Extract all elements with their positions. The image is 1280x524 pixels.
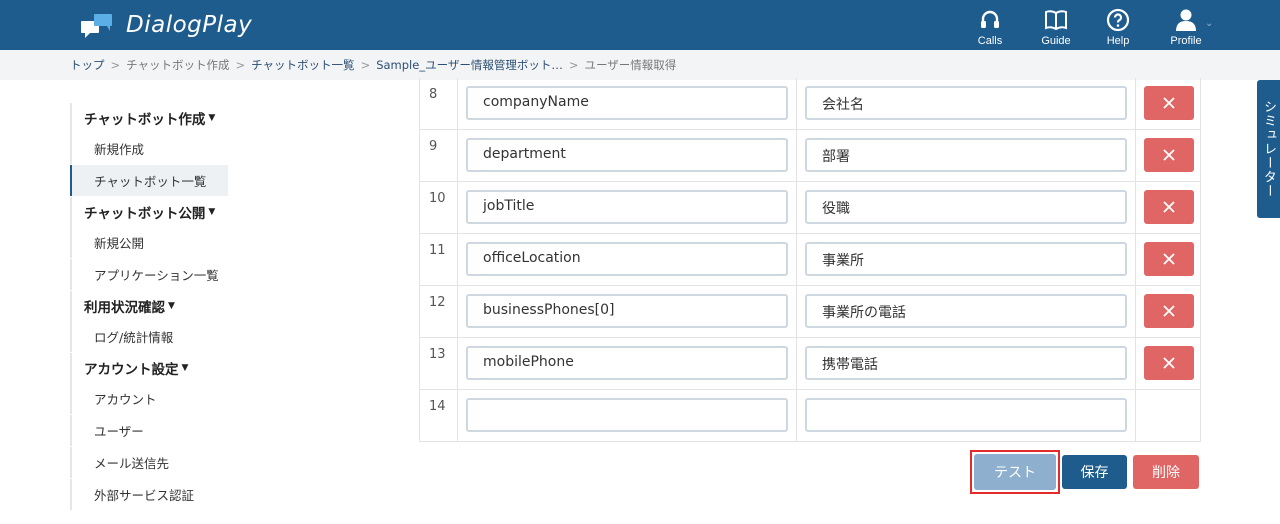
breadcrumb-current: ユーザー情報取得 — [584, 58, 677, 72]
label-input[interactable] — [805, 398, 1127, 432]
key-input[interactable]: officeLocation — [466, 242, 788, 276]
breadcrumb-separator: > — [360, 58, 371, 72]
delete-row-button[interactable] — [1144, 242, 1194, 276]
chat-bubbles-icon — [81, 14, 112, 38]
sidebar-item-logs[interactable]: ログ/統計情報 — [70, 321, 240, 352]
row-number: 14 — [419, 390, 458, 442]
close-icon — [1163, 305, 1175, 317]
help-circle-icon — [1106, 8, 1130, 32]
table-row: 12 businessPhones[0] 事業所の電話 — [419, 286, 1201, 338]
empty-cell — [1136, 390, 1201, 442]
sidebar-item-external-auth[interactable]: 外部サービス認証 — [70, 479, 240, 510]
delete-button[interactable]: 削除 — [1133, 455, 1199, 489]
sidebar-section-title: アカウント設定 — [84, 362, 179, 378]
breadcrumb-chatbot-list[interactable]: チャットボット一覧 — [251, 57, 354, 73]
key-input[interactable] — [466, 398, 788, 432]
row-number: 13 — [419, 338, 458, 390]
key-input[interactable]: jobTitle — [466, 190, 788, 224]
label-input[interactable]: 部署 — [805, 138, 1127, 172]
nav-calls[interactable]: Calls — [960, 7, 1020, 47]
key-input[interactable]: mobilePhone — [466, 346, 788, 380]
headset-icon — [981, 10, 999, 28]
test-button[interactable]: テスト — [974, 454, 1056, 490]
breadcrumb-separator: > — [568, 58, 579, 72]
sidebar-item-new-publish[interactable]: 新規公開 — [70, 227, 240, 258]
label-input[interactable]: 事業所 — [805, 242, 1127, 276]
close-icon — [1163, 201, 1175, 213]
key-input[interactable]: department — [466, 138, 788, 172]
nav-help[interactable]: Help — [1088, 7, 1148, 47]
delete-row-button[interactable] — [1144, 346, 1194, 380]
label-input[interactable]: 携帯電話 — [805, 346, 1127, 380]
close-icon — [1163, 357, 1175, 369]
delete-row-button[interactable] — [1144, 86, 1194, 120]
sidebar-section-usage[interactable]: 利用状況確認 ▼ — [70, 291, 240, 321]
breadcrumb-top[interactable]: トップ — [70, 57, 105, 73]
book-icon — [1045, 10, 1067, 31]
top-navigation-bar: DialogPlay Calls Guide Help Profile ⌄ — [0, 0, 1280, 50]
label-input[interactable]: 役職 — [805, 190, 1127, 224]
table-row: 13 mobilePhone 携帯電話 — [419, 338, 1201, 390]
chevron-down-icon[interactable]: ⌄ — [1205, 18, 1213, 29]
mapping-table: 8 companyName 会社名 9 department 部署 10 job… — [419, 78, 1201, 442]
sidebar-item-new[interactable]: 新規作成 — [70, 133, 240, 164]
row-number: 12 — [419, 286, 458, 338]
delete-row-button[interactable] — [1144, 138, 1194, 172]
nav-guide[interactable]: Guide — [1026, 7, 1086, 47]
table-row: 8 companyName 会社名 — [419, 78, 1201, 130]
table-row: 10 jobTitle 役職 — [419, 182, 1201, 234]
sidebar-section-title: チャットボット公開 — [84, 206, 206, 222]
sidebar-item-account[interactable]: アカウント — [70, 383, 240, 414]
delete-row-button[interactable] — [1144, 190, 1194, 224]
sidebar-section-title: チャットボット作成 — [84, 112, 206, 128]
caret-down-icon: ▼ — [208, 207, 216, 217]
breadcrumb-chatbot-create: チャットボット作成 — [126, 58, 230, 72]
nav-calls-label: Calls — [977, 35, 1003, 47]
app-name: DialogPlay — [126, 12, 253, 38]
row-number: 10 — [419, 182, 458, 234]
caret-down-icon: ▼ — [168, 301, 175, 311]
app-logo[interactable]: DialogPlay — [80, 10, 252, 40]
breadcrumb-separator: > — [235, 58, 246, 72]
sidebar-section-chatbot-publish[interactable]: チャットボット公開 ▼ — [70, 197, 240, 227]
table-row: 14 — [419, 390, 1201, 442]
close-icon — [1163, 149, 1175, 161]
caret-down-icon: ▼ — [208, 113, 216, 123]
delete-row-button[interactable] — [1144, 294, 1194, 328]
sidebar: チャットボット作成 ▼ 新規作成 チャットボット一覧 チャットボット公開 ▼ 新規公… — [70, 103, 240, 511]
nav-guide-label: Guide — [1041, 35, 1071, 47]
sidebar-item-chatbot-list[interactable]: チャットボット一覧 — [70, 165, 228, 196]
sidebar-section-chatbot-create[interactable]: チャットボット作成 ▼ — [70, 103, 240, 133]
close-icon — [1163, 97, 1175, 109]
caret-down-icon: ▼ — [181, 363, 189, 373]
breadcrumb-bot-name[interactable]: Sample_ユーザー情報管理ボット… — [376, 57, 563, 73]
save-button[interactable]: 保存 — [1062, 455, 1127, 489]
breadcrumb: トップ > チャットボット作成 > チャットボット一覧 > Sample_ユーザ… — [0, 50, 1280, 80]
key-input[interactable]: companyName — [466, 86, 788, 120]
row-number: 8 — [419, 78, 458, 130]
table-row: 9 department 部署 — [419, 130, 1201, 182]
simulator-tab[interactable]: シミュレーター — [1257, 80, 1280, 218]
user-icon — [1176, 9, 1196, 31]
table-row: 11 officeLocation 事業所 — [419, 234, 1201, 286]
row-number: 9 — [419, 130, 458, 182]
label-input[interactable]: 会社名 — [805, 86, 1127, 120]
sidebar-item-mail[interactable]: メール送信先 — [70, 447, 240, 478]
row-number: 11 — [419, 234, 458, 286]
sidebar-item-users[interactable]: ユーザー — [70, 415, 240, 446]
breadcrumb-separator: > — [110, 58, 121, 72]
label-input[interactable]: 事業所の電話 — [805, 294, 1127, 328]
key-input[interactable]: businessPhones[0] — [466, 294, 788, 328]
sidebar-item-application-list[interactable]: アプリケーション一覧 — [70, 259, 240, 290]
close-icon — [1163, 253, 1175, 265]
sidebar-section-account[interactable]: アカウント設定 ▼ — [70, 353, 240, 383]
nav-profile-label: Profile — [1170, 35, 1202, 47]
nav-help-label: Help — [1106, 35, 1130, 47]
sidebar-section-title: 利用状況確認 — [84, 300, 165, 316]
